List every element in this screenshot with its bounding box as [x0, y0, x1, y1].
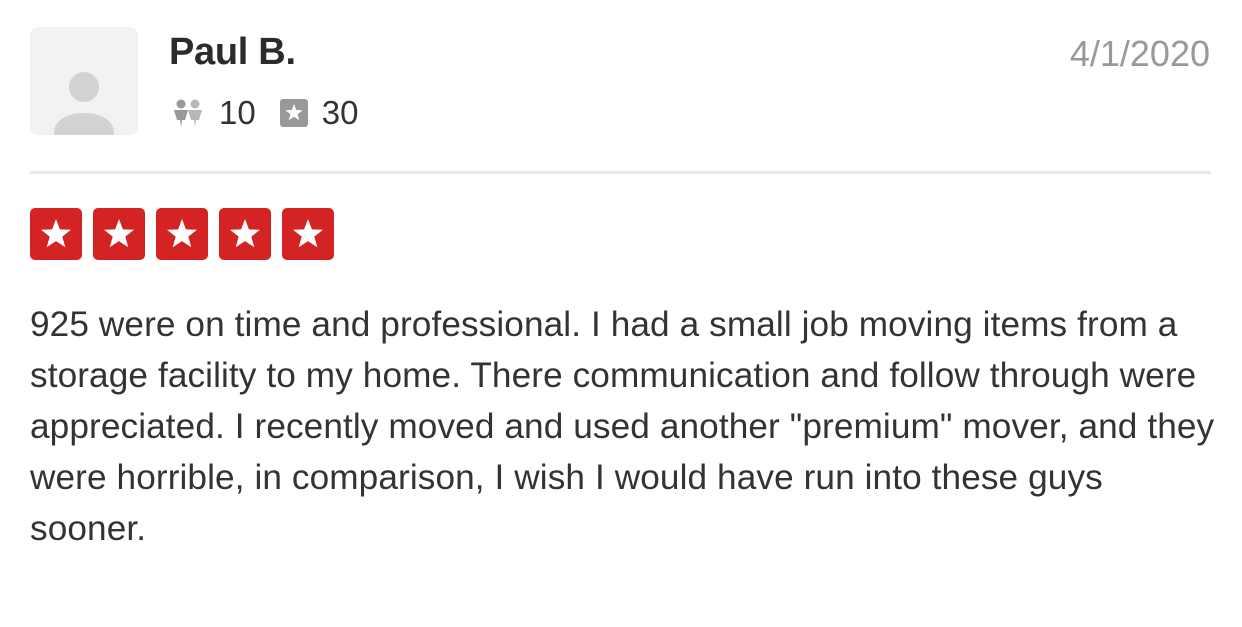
divider: [30, 171, 1211, 174]
review-text: 925 were on time and professional. I had…: [30, 305, 1215, 548]
friends-icon: [171, 98, 205, 128]
user-avatar[interactable]: [30, 27, 138, 135]
default-user-avatar-icon: [54, 72, 114, 135]
rating-star-icon: [282, 208, 334, 260]
rating-star-icon: [93, 208, 145, 260]
rating-star-icon: [30, 208, 82, 260]
review-date: 4/1/2020: [1069, 33, 1210, 74]
friends-count: 10: [219, 94, 256, 131]
user-stats: 10 30: [171, 93, 358, 133]
user-name[interactable]: Paul B.: [169, 28, 296, 76]
reviews-count: 30: [321, 94, 359, 131]
star-rating: [30, 208, 334, 260]
rating-star-icon: [156, 208, 208, 260]
review-star-icon: [279, 99, 308, 127]
rating-star-icon: [219, 208, 271, 260]
